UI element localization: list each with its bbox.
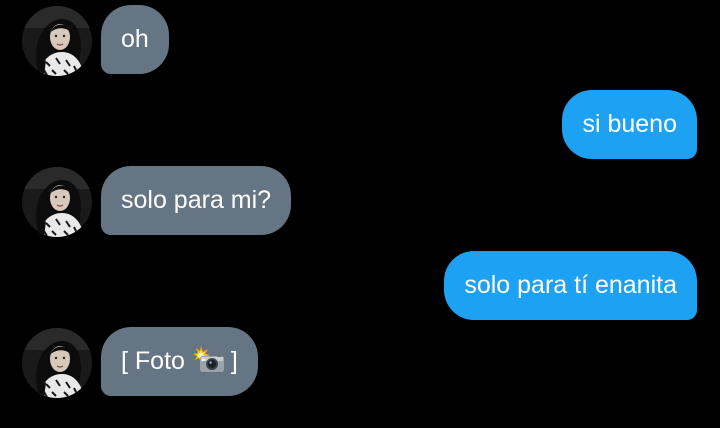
- contact-avatar[interactable]: [22, 328, 92, 398]
- message-text: ]: [230, 347, 238, 375]
- message-text: solo para mi?: [121, 186, 272, 214]
- message-text: [ Foto: [121, 347, 185, 375]
- chat-thread: oh si bueno solo para mi? solo para tí e…: [0, 0, 720, 428]
- message-text: solo para tí enanita: [464, 271, 677, 299]
- photo-message-bubble[interactable]: [ Foto ]: [101, 327, 258, 396]
- contact-avatar[interactable]: [22, 167, 92, 237]
- message-text: si bueno: [582, 110, 677, 138]
- message-text: oh: [121, 25, 149, 53]
- incoming-message-bubble[interactable]: oh: [101, 5, 169, 74]
- camera-flash-icon: [192, 345, 225, 378]
- incoming-message-bubble[interactable]: solo para mi?: [101, 166, 292, 235]
- contact-avatar[interactable]: [22, 6, 92, 76]
- outgoing-message-bubble[interactable]: si bueno: [562, 90, 697, 159]
- outgoing-message-bubble[interactable]: solo para tí enanita: [444, 251, 697, 320]
